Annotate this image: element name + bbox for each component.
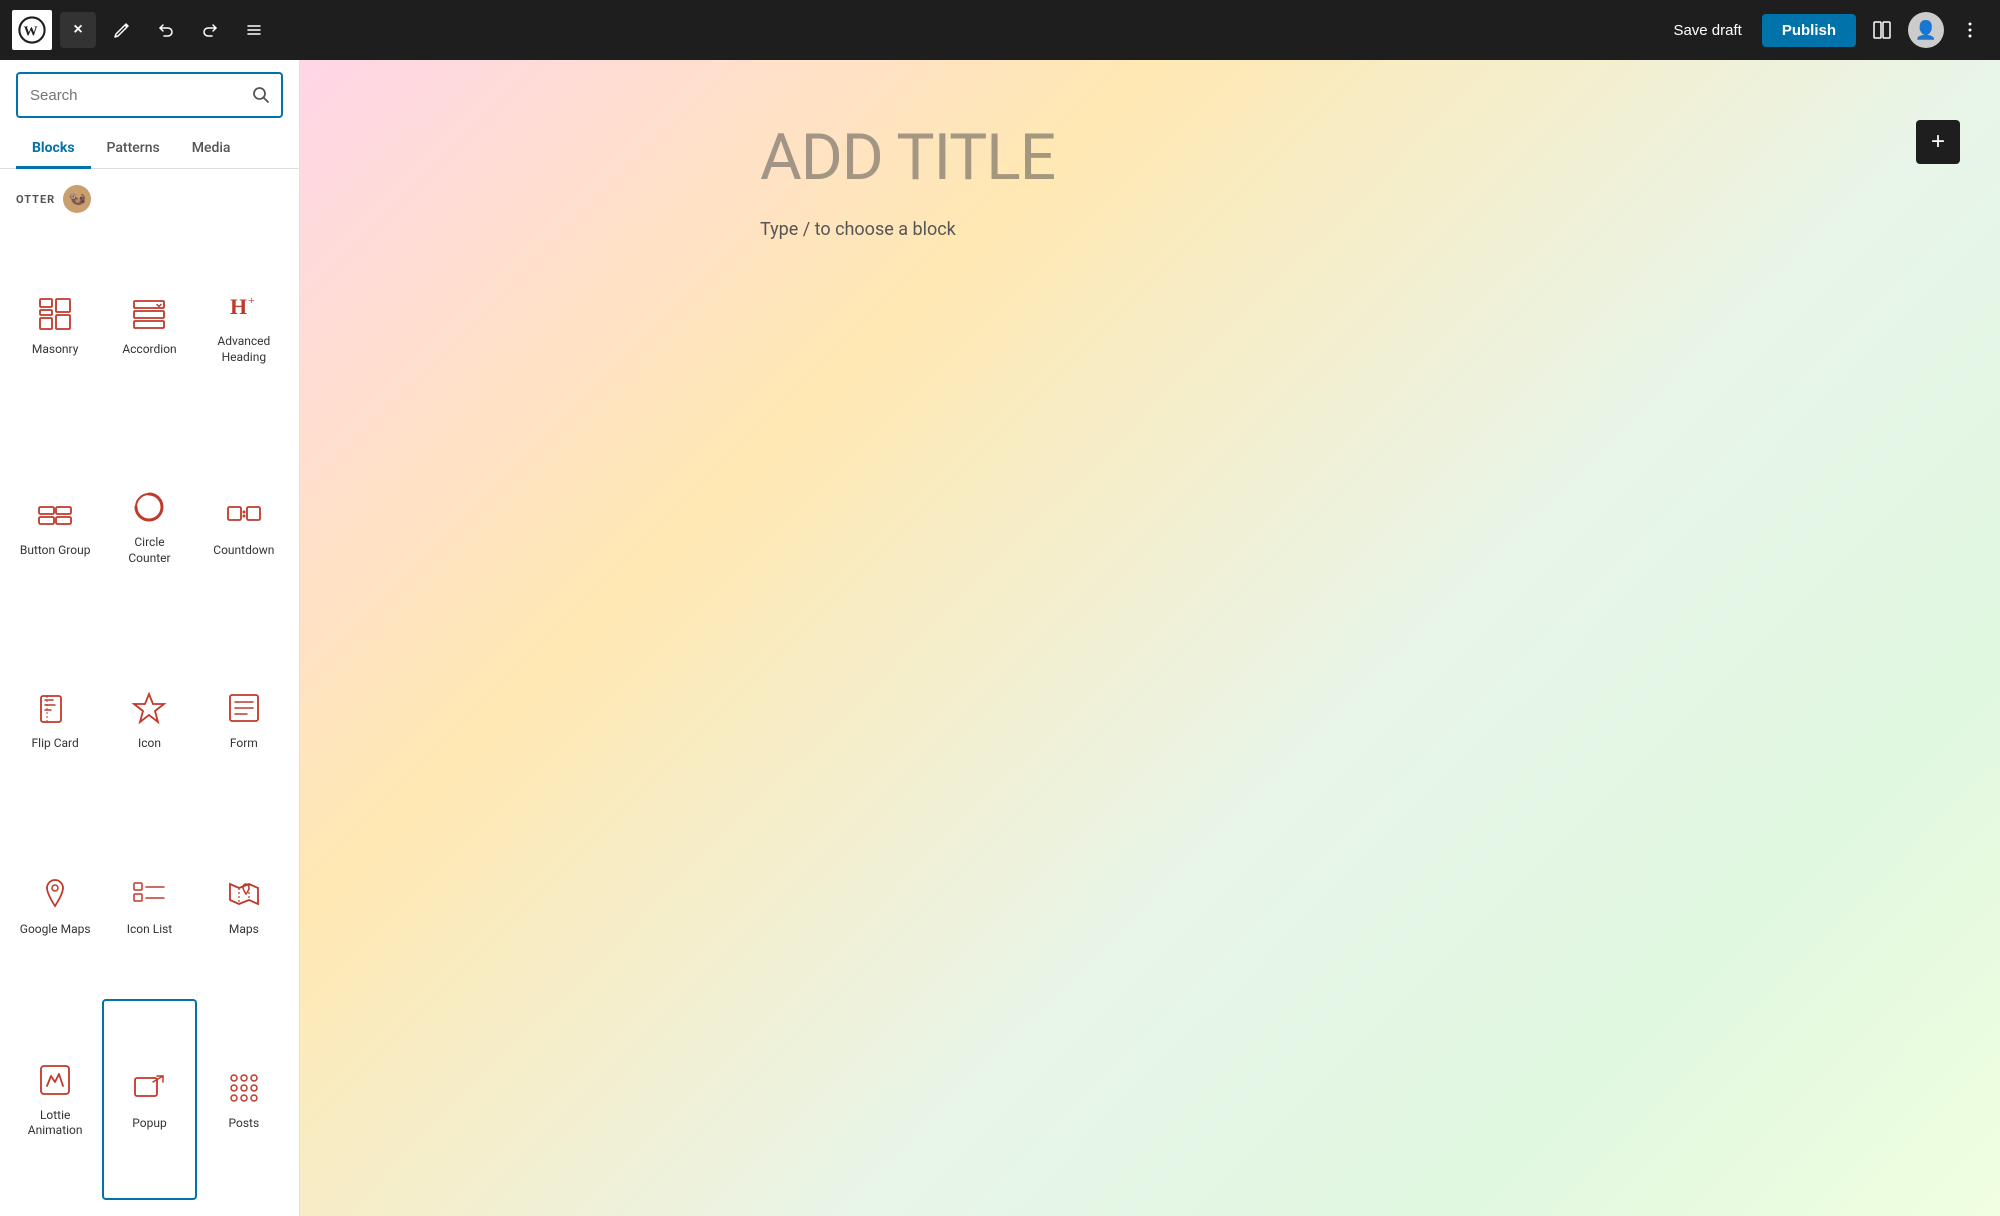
block-item-google-maps[interactable]: Google Maps <box>8 813 102 999</box>
advanced-heading-icon: H + <box>224 286 264 326</box>
otter-label: OTTER <box>16 193 55 206</box>
google-maps-label: Google Maps <box>20 922 91 938</box>
publish-button[interactable]: Publish <box>1762 14 1856 47</box>
block-item-masonry[interactable]: Masonry <box>8 225 102 426</box>
search-input[interactable] <box>18 77 241 114</box>
search-input-wrap <box>16 72 283 118</box>
button-group-icon <box>35 495 75 535</box>
popup-icon <box>129 1068 169 1108</box>
sidebar: Blocks Patterns Media OTTER 🦦 <box>0 60 300 1216</box>
block-item-circle-counter[interactable]: Circle Counter <box>102 426 196 627</box>
icon-list-label: Icon List <box>127 922 173 938</box>
blocks-grid: Masonry Accordion H <box>0 221 299 1216</box>
block-item-form[interactable]: Form <box>197 627 291 813</box>
block-item-accordion[interactable]: Accordion <box>102 225 196 426</box>
flip-card-label: Flip Card <box>32 736 79 752</box>
block-item-advanced-heading[interactable]: H + Advanced Heading <box>197 225 291 426</box>
lottie-animation-label: Lottie Animation <box>18 1108 92 1139</box>
block-item-posts[interactable]: Posts <box>197 999 291 1200</box>
accordion-label: Accordion <box>122 342 176 358</box>
block-item-countdown[interactable]: Countdown <box>197 426 291 627</box>
maps-icon <box>224 874 264 914</box>
form-icon <box>224 688 264 728</box>
flip-card-icon <box>35 688 75 728</box>
tab-patterns[interactable]: Patterns <box>91 130 176 169</box>
svg-text:H: H <box>230 294 247 319</box>
block-item-icon-list[interactable]: Icon List <box>102 813 196 999</box>
options-button[interactable] <box>1952 12 1988 48</box>
editor-area[interactable]: ADD TITLE Type / to choose a block + <box>300 60 2000 1216</box>
tabs: Blocks Patterns Media <box>0 130 299 169</box>
block-item-flip-card[interactable]: Flip Card <box>8 627 102 813</box>
circle-counter-icon <box>129 487 169 527</box>
icon-icon <box>129 688 169 728</box>
view-toggle-button[interactable] <box>1864 12 1900 48</box>
masonry-label: Masonry <box>32 342 79 358</box>
block-item-icon[interactable]: Icon <box>102 627 196 813</box>
add-block-button[interactable]: + <box>1916 120 1960 164</box>
icon-label: Icon <box>138 736 161 752</box>
user-avatar-button[interactable]: 👤 <box>1908 12 1944 48</box>
lottie-animation-icon <box>35 1060 75 1100</box>
block-item-lottie-animation[interactable]: Lottie Animation <box>8 999 102 1200</box>
main-layout: Blocks Patterns Media OTTER 🦦 <box>0 60 2000 1216</box>
block-item-maps[interactable]: Maps <box>197 813 291 999</box>
posts-label: Posts <box>229 1116 260 1132</box>
masonry-icon <box>35 294 75 334</box>
edit-pencil-button[interactable] <box>104 12 140 48</box>
icon-list-icon <box>129 874 169 914</box>
circle-counter-label: Circle Counter <box>112 535 186 566</box>
search-button[interactable] <box>241 74 281 116</box>
otter-avatar: 🦦 <box>63 185 91 213</box>
accordion-icon <box>129 294 169 334</box>
maps-label: Maps <box>229 922 259 938</box>
posts-icon <box>224 1068 264 1108</box>
otter-header: OTTER 🦦 <box>0 169 299 221</box>
tab-blocks[interactable]: Blocks <box>16 130 91 169</box>
undo-button[interactable] <box>148 12 184 48</box>
countdown-label: Countdown <box>213 543 274 559</box>
wp-logo[interactable]: W <box>12 10 52 50</box>
close-button[interactable]: × <box>60 12 96 48</box>
editor-title-placeholder[interactable]: ADD TITLE <box>760 120 1540 195</box>
save-draft-button[interactable]: Save draft <box>1661 14 1753 47</box>
tab-media[interactable]: Media <box>176 130 247 169</box>
form-label: Form <box>230 736 258 752</box>
editor-type-hint: Type / to choose a block <box>760 219 1540 240</box>
popup-label: Popup <box>132 1116 166 1132</box>
list-view-button[interactable] <box>236 12 272 48</box>
countdown-icon <box>224 495 264 535</box>
block-item-popup[interactable]: Popup <box>102 999 196 1200</box>
redo-button[interactable] <box>192 12 228 48</box>
topbar: W × Save draft Publish <box>0 0 2000 60</box>
advanced-heading-label: Advanced Heading <box>207 334 281 365</box>
google-maps-icon <box>35 874 75 914</box>
search-area <box>0 60 299 130</box>
block-item-button-group[interactable]: Button Group <box>8 426 102 627</box>
editor-content: ADD TITLE Type / to choose a block <box>720 120 1580 240</box>
svg-text:+: + <box>248 293 255 307</box>
button-group-label: Button Group <box>20 543 91 559</box>
svg-text:W: W <box>24 25 38 40</box>
